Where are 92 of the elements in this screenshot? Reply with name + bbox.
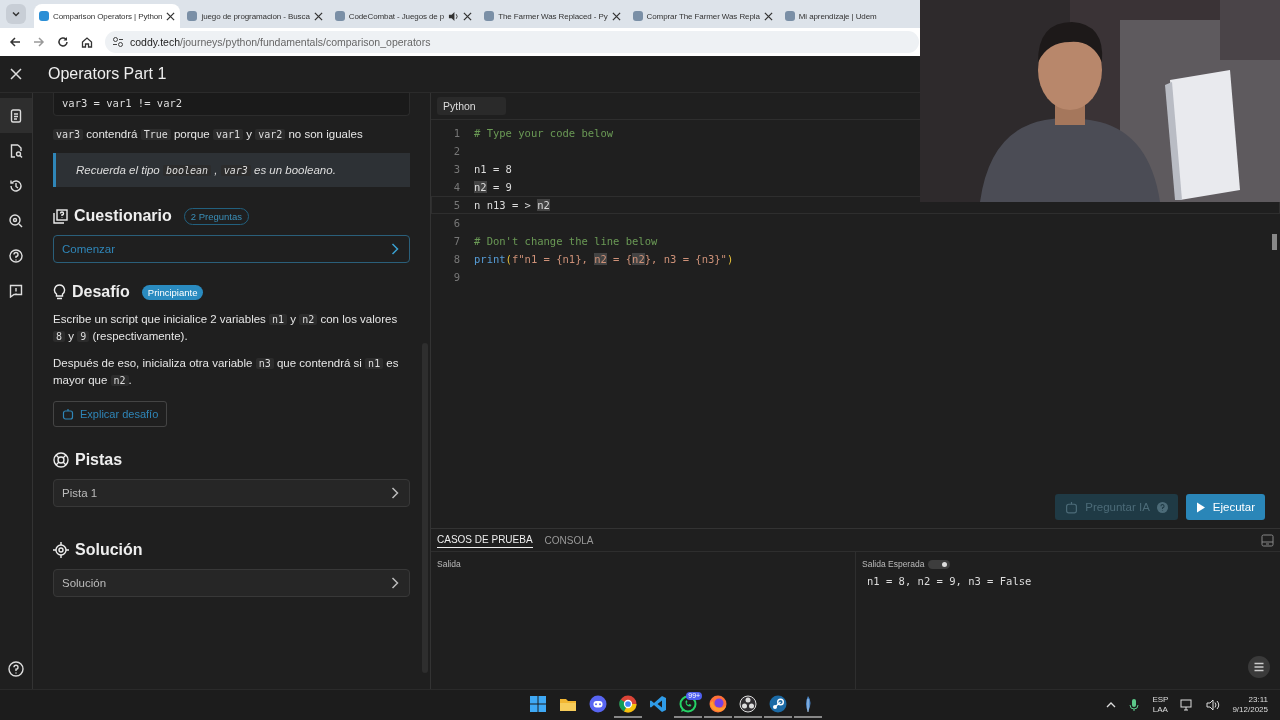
section-heading: Desafío — [72, 283, 130, 301]
chevron-down-icon — [11, 9, 21, 19]
code-line: print(f"n1 = {n1}, n2 = {n2}, n3 = {n3}") — [474, 253, 734, 265]
line-number: 4 — [452, 181, 461, 193]
clock[interactable]: 23:11 9/12/2025 — [1232, 695, 1268, 715]
line-number: 6 — [452, 217, 461, 229]
quiz-icon — [53, 208, 68, 224]
help-icon — [9, 248, 23, 263]
menu-icon[interactable] — [1248, 656, 1270, 678]
code-block: var3 = var1 != var2 — [53, 93, 410, 116]
close-icon[interactable] — [463, 11, 473, 21]
document-icon — [9, 108, 23, 123]
hint-item[interactable]: Pista 1 — [53, 479, 410, 507]
browser-tab[interactable]: The Farmer Was Replaced - Py — [479, 4, 626, 28]
paragraph: Escribe un script que inicialice 2 variables n1 y n2 con los valores 8 y 9 (respectivamente). — [53, 312, 399, 344]
chevron-up-icon[interactable] — [1106, 700, 1117, 710]
code-line: n1 = 8 — [474, 163, 512, 175]
start-button[interactable]: Comenzar — [53, 235, 410, 263]
scrollbar-thumb[interactable] — [1272, 234, 1277, 250]
line-number: 1 — [452, 127, 461, 139]
output-label: Salida — [437, 559, 462, 569]
browser-tab[interactable]: juego de programacion - Busca — [182, 4, 328, 28]
callout-text: Recuerda el tipo boolean , var3 es un booleano. — [76, 164, 337, 176]
home-icon[interactable] — [81, 36, 93, 48]
panel-tab[interactable]: CONSOLA — [544, 532, 594, 548]
help-icon[interactable] — [8, 661, 24, 677]
line-number: 9 — [452, 271, 461, 283]
sidebar-item[interactable] — [0, 98, 32, 133]
line-number: 5 — [452, 199, 461, 211]
document-search-icon — [9, 143, 23, 158]
solution-item[interactable]: Solución — [53, 569, 410, 597]
expected-output: n1 = 8, n2 = 9, n3 = False — [867, 575, 1033, 587]
chevron-icon — [391, 487, 399, 499]
section-heading: Solución — [75, 541, 143, 559]
site-settings-icon — [112, 36, 124, 48]
explain-button[interactable]: Explicar desafío — [53, 401, 168, 427]
close-icon[interactable] — [611, 11, 621, 21]
robot-icon — [62, 408, 74, 420]
close-icon[interactable] — [166, 11, 176, 21]
favicon-icon — [39, 11, 49, 21]
favicon-icon — [334, 11, 345, 21]
lightbulb-icon — [53, 284, 66, 300]
favicon-icon — [784, 11, 795, 21]
browser-tab[interactable]: Comparison Operators | Python — [34, 4, 181, 28]
lifebuoy-icon — [53, 452, 69, 468]
panel-tab[interactable]: CASOS DE PRUEBA — [437, 532, 533, 548]
code-line: n2 = 9 — [474, 181, 512, 193]
code-line: # Don't change the line below — [474, 235, 658, 247]
network-icon[interactable] — [1180, 699, 1195, 711]
forward-icon[interactable] — [33, 36, 45, 48]
collapse-panel-icon[interactable] — [1261, 533, 1274, 547]
reload-icon[interactable] — [57, 36, 69, 48]
language-tab[interactable]: Python — [437, 97, 506, 115]
microphone-icon[interactable] — [1128, 698, 1141, 712]
paragraph: var3 contendrá True porque var1 y var2 no son iguales — [53, 126, 410, 143]
line-number: 8 — [452, 253, 461, 265]
chevron-icon — [391, 577, 399, 589]
code-line: # Type your code below — [474, 127, 614, 139]
browser-tab[interactable]: Mi aprendizaje | Udem — [779, 4, 882, 28]
level-badge: Principiante — [141, 284, 204, 300]
volume-icon[interactable] — [1206, 699, 1221, 711]
feedback-icon — [9, 283, 23, 298]
close-icon[interactable] — [763, 11, 773, 21]
line-number: 2 — [452, 145, 461, 157]
run-button[interactable]: Ejecutar — [1185, 494, 1265, 520]
toggle-switch[interactable] — [928, 559, 951, 569]
help-icon — [1156, 501, 1168, 513]
favicon-icon — [632, 11, 643, 21]
browser-tab[interactable]: Comprar The Farmer Was Repla — [627, 4, 778, 28]
robot-icon — [1065, 500, 1079, 514]
chevron-icon — [391, 243, 399, 255]
paragraph: Después de eso, inicializa otra variable n3 que contendrá si n1 es mayor que n2 . — [53, 356, 400, 388]
target-icon — [53, 542, 69, 558]
section-heading: Cuestionario — [74, 207, 172, 225]
play-icon — [1195, 501, 1206, 513]
line-number: 3 — [452, 163, 461, 175]
keyboard-language[interactable]: ESP LAA — [1152, 695, 1169, 715]
favicon-icon — [484, 11, 495, 21]
back-icon[interactable] — [9, 36, 21, 48]
line-number: 7 — [452, 235, 461, 247]
magnifier-icon — [9, 213, 23, 228]
address-field[interactable]: coddy.tech/journeys/python/fundamentals/comparison_operators — [105, 31, 919, 53]
record-icon[interactable] — [734, 692, 763, 718]
browser-tab[interactable]: CodeCombat - Juegos de p — [329, 4, 478, 28]
tab-list-button[interactable] — [6, 4, 26, 24]
expected-output-label: Salida Esperada — [862, 559, 925, 569]
code-line: n n13 = > n2 — [474, 199, 550, 211]
favicon-icon — [187, 11, 198, 21]
lesson-title: Operators Part 1 — [48, 65, 167, 83]
close-icon[interactable] — [313, 11, 323, 21]
history-icon — [9, 178, 23, 193]
section-heading: Pistas — [75, 451, 123, 469]
